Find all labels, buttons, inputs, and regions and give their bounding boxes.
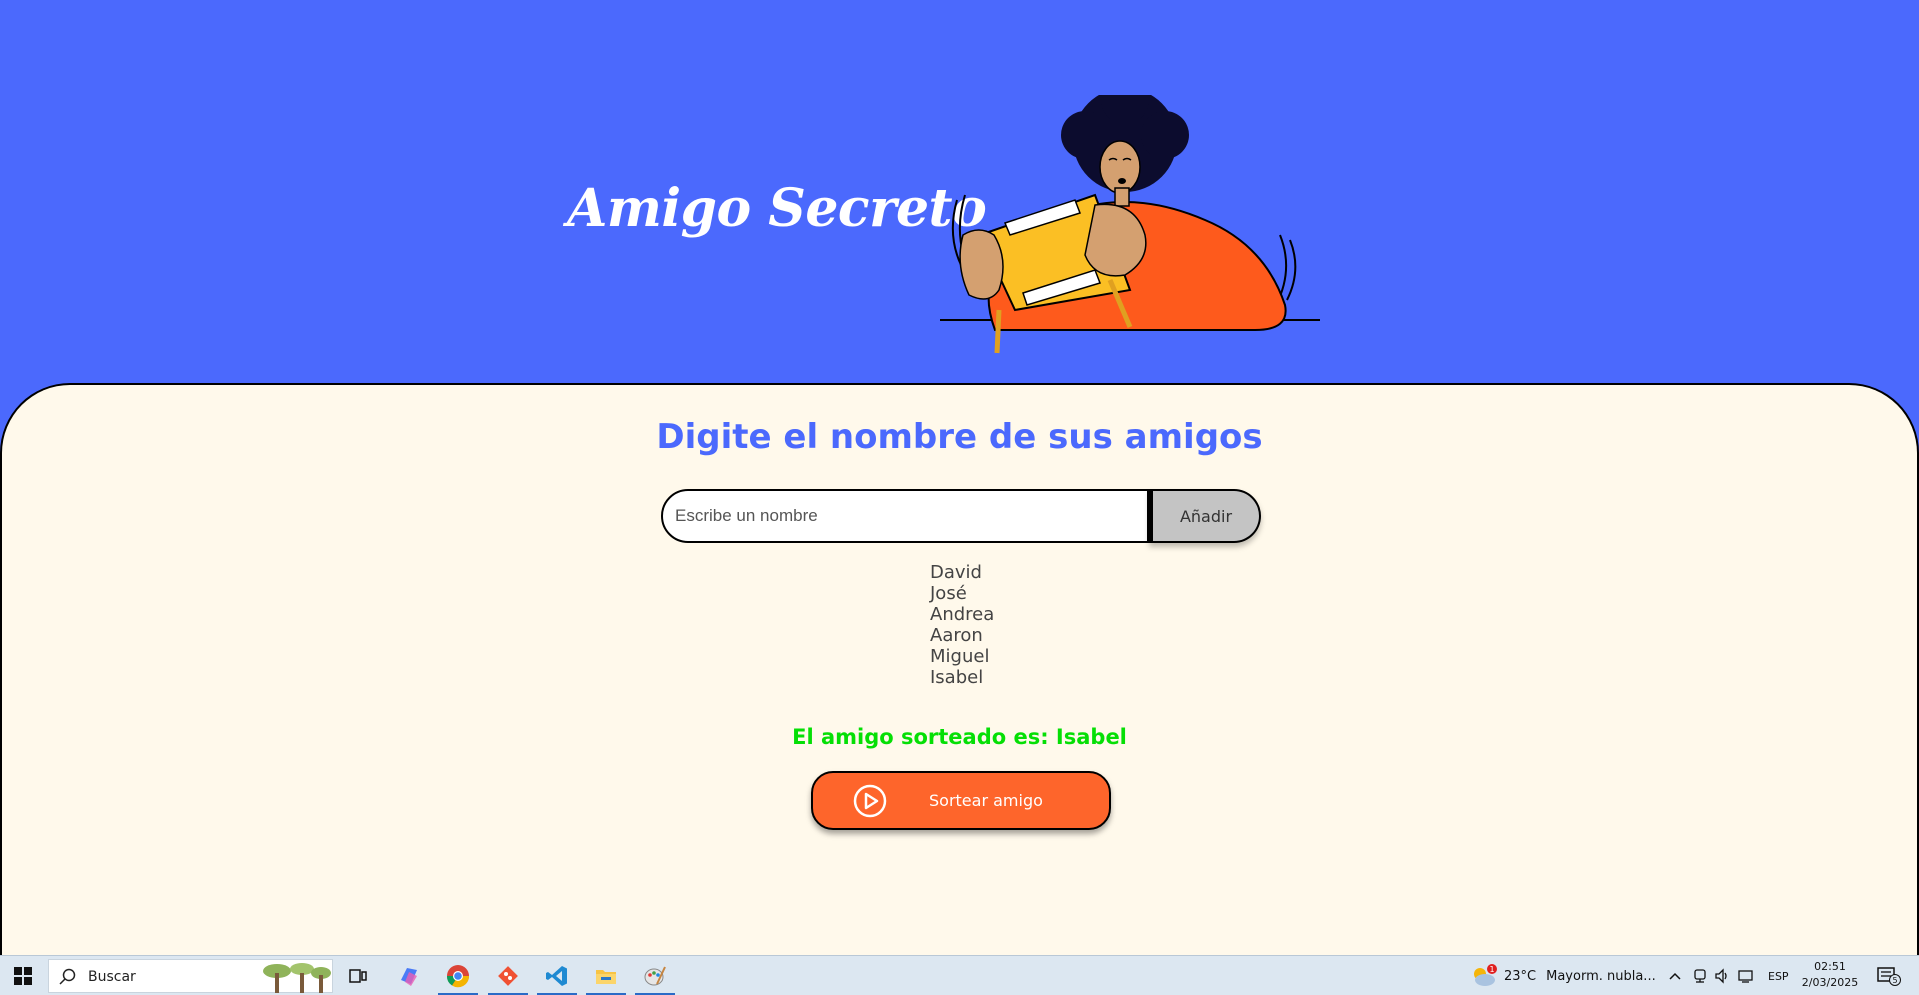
notification-center-button[interactable]: 5 bbox=[1876, 956, 1902, 995]
main-card: Digite el nombre de sus amigos Añadir Da… bbox=[0, 383, 1919, 955]
app-title: Amigo Secreto bbox=[567, 178, 987, 239]
friends-list: David José Andrea Aaron Miguel Isabel bbox=[930, 562, 994, 688]
taskbar-search[interactable]: Buscar bbox=[48, 959, 333, 993]
list-item: Isabel bbox=[930, 667, 984, 688]
section-title: Digite el nombre de sus amigos bbox=[656, 417, 1263, 457]
windows-icon bbox=[14, 967, 32, 985]
draw-button[interactable]: Sortear amigo bbox=[811, 771, 1111, 830]
language-indicator[interactable]: ESP bbox=[1768, 956, 1789, 995]
vscode-icon[interactable] bbox=[535, 960, 579, 995]
chevron-up-icon bbox=[1669, 972, 1681, 980]
list-item: David bbox=[930, 562, 982, 583]
weather-widget[interactable]: 1 23°C Mayorm. nubla... bbox=[1470, 956, 1656, 995]
input-group: Añadir bbox=[661, 489, 1261, 543]
paint-icon[interactable] bbox=[633, 960, 677, 995]
search-placeholder: Buscar bbox=[88, 969, 136, 985]
search-highlight-icon bbox=[263, 963, 331, 993]
cloudy-weather-icon: 1 bbox=[1474, 964, 1497, 986]
notification-icon: 5 bbox=[1877, 967, 1901, 986]
gift-opening-illustration bbox=[940, 95, 1320, 354]
weather-desc: Mayorm. nubla... bbox=[1546, 968, 1656, 984]
clock[interactable]: 02:51 2/03/2025 bbox=[1800, 959, 1860, 991]
play-circle-icon bbox=[853, 784, 887, 818]
camera-status-icon[interactable] bbox=[1692, 956, 1708, 995]
start-button[interactable] bbox=[0, 956, 46, 995]
weather-temp: 23°C bbox=[1504, 968, 1537, 984]
show-hidden-icons-button[interactable] bbox=[1668, 956, 1682, 995]
volume-icon[interactable] bbox=[1714, 956, 1730, 995]
result-text: El amigo sorteado es: Isabel bbox=[792, 725, 1127, 749]
list-item: Andrea bbox=[930, 604, 995, 625]
add-button[interactable]: Añadir bbox=[1149, 489, 1261, 543]
chrome-icon[interactable] bbox=[436, 960, 480, 995]
list-item: José bbox=[930, 583, 967, 604]
clock-time: 02:51 bbox=[1814, 960, 1846, 973]
copilot-icon[interactable] bbox=[387, 960, 431, 992]
weather-badge: 1 bbox=[1489, 965, 1494, 974]
draw-button-label: Sortear amigo bbox=[929, 791, 1043, 810]
clock-date: 2/03/2025 bbox=[1801, 976, 1859, 989]
list-item: Aaron bbox=[930, 625, 983, 646]
name-input[interactable] bbox=[661, 489, 1149, 543]
taskbar: Buscar 1 23°C Mayorm. nubla... ESP 02:51… bbox=[0, 955, 1919, 995]
file-explorer-icon[interactable] bbox=[584, 960, 628, 995]
git-icon[interactable] bbox=[486, 960, 530, 995]
network-icon[interactable] bbox=[1738, 956, 1756, 995]
notification-count: 5 bbox=[1892, 976, 1897, 985]
task-view-icon[interactable] bbox=[336, 960, 380, 992]
search-icon bbox=[59, 968, 76, 985]
header-banner: Amigo Secreto bbox=[0, 0, 1919, 400]
list-item: Miguel bbox=[930, 646, 990, 667]
